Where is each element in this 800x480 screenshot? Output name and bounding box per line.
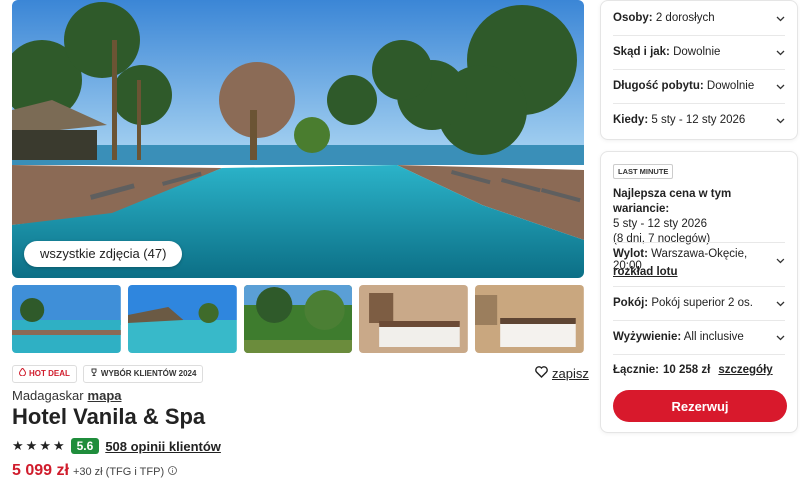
chevron-down-icon bbox=[776, 84, 785, 89]
search-panel: Osoby: 2 dorosłych Skąd i jak: Dowolnie … bbox=[600, 0, 798, 140]
total-key: Łącznie: bbox=[613, 364, 660, 376]
price: 5 099 zł bbox=[12, 462, 69, 479]
chevron-down-icon bbox=[776, 335, 785, 340]
last-minute-tag: LAST MINUTE bbox=[613, 164, 674, 179]
board-value: All inclusive bbox=[683, 331, 744, 343]
rating-row: ★ ★ ★ ★ 5.6 508 opinii klientów bbox=[12, 438, 221, 454]
total-row: Łącznie: 10 258 zł szczegóły bbox=[613, 364, 785, 376]
total-value: 10 258 zł bbox=[663, 364, 711, 376]
divider bbox=[613, 286, 785, 287]
save-button[interactable]: zapisz bbox=[535, 366, 589, 381]
flight-schedule-link[interactable]: rozkład lotu bbox=[613, 266, 785, 278]
chevron-down-icon bbox=[776, 16, 785, 21]
thumbnail-1[interactable] bbox=[12, 285, 121, 353]
date-value: 5 sty - 12 sty 2026 bbox=[651, 114, 746, 126]
heart-icon bbox=[535, 366, 548, 381]
info-icon[interactable] bbox=[168, 462, 178, 480]
offer-nights: (8 dni, 7 noclegów) bbox=[613, 233, 711, 245]
thumbnail-strip bbox=[12, 285, 584, 353]
duration-key: Długość pobytu: bbox=[613, 80, 704, 92]
date-key: Kiedy: bbox=[613, 114, 649, 126]
room-value: Pokój superior 2 os. bbox=[651, 297, 753, 309]
divider bbox=[613, 242, 785, 243]
main-photo[interactable] bbox=[12, 0, 584, 278]
star-rating: ★ ★ ★ ★ bbox=[12, 438, 65, 454]
board-key: Wyżywienie: bbox=[613, 331, 682, 343]
all-photos-button[interactable]: wszystkie zdjęcia (47) bbox=[24, 241, 183, 267]
hotel-name: Hotel Vanila & Spa bbox=[12, 404, 206, 429]
badges: HOT DEAL WYBÓR KLIENTÓW 2024 bbox=[12, 365, 204, 383]
thumbnail-2[interactable] bbox=[127, 285, 237, 353]
details-link[interactable]: szczegóły bbox=[718, 364, 772, 376]
trophy-icon bbox=[90, 366, 98, 382]
chevron-down-icon bbox=[776, 50, 785, 55]
hot-deal-badge: HOT DEAL bbox=[12, 365, 77, 383]
flight-key: Wylot: bbox=[613, 248, 648, 260]
divider bbox=[613, 320, 785, 321]
persons-select[interactable]: Osoby: 2 dorosłych bbox=[613, 1, 785, 36]
award-label: WYBÓR KLIENTÓW 2024 bbox=[100, 369, 197, 378]
location: Madagaskar mapa bbox=[12, 388, 122, 403]
persons-value: 2 dorosłych bbox=[655, 12, 715, 24]
award-badge: WYBÓR KLIENTÓW 2024 bbox=[82, 365, 204, 383]
star-icon: ★ bbox=[39, 438, 51, 453]
star-icon: ★ bbox=[52, 438, 65, 453]
hot-deal-label: HOT DEAL bbox=[29, 369, 70, 378]
thumbnail-4[interactable] bbox=[359, 285, 469, 353]
departure-key: Skąd i jak: bbox=[613, 46, 670, 58]
flame-icon bbox=[18, 366, 27, 382]
price-extra: +30 zł (TFG i TFP) bbox=[72, 466, 165, 478]
country-label: Madagaskar bbox=[12, 388, 84, 403]
chevron-down-icon bbox=[776, 301, 785, 306]
duration-select[interactable]: Długość pobytu: Dowolnie bbox=[613, 69, 785, 104]
offer-panel: LAST MINUTE Najlepsza cena w tym warianc… bbox=[600, 151, 798, 433]
date-select[interactable]: Kiedy: 5 sty - 12 sty 2026 bbox=[613, 103, 785, 137]
room-key: Pokój: bbox=[613, 297, 649, 309]
reviews-link[interactable]: 508 opinii klientów bbox=[105, 439, 221, 454]
map-link[interactable]: mapa bbox=[88, 388, 122, 403]
offer-dates: 5 sty - 12 sty 2026 bbox=[613, 218, 707, 230]
thumbnail-3[interactable] bbox=[243, 285, 353, 353]
departure-select[interactable]: Skąd i jak: Dowolnie bbox=[613, 35, 785, 70]
persons-key: Osoby: bbox=[613, 12, 653, 24]
duration-value: Dowolnie bbox=[706, 80, 755, 92]
star-icon: ★ bbox=[25, 438, 38, 453]
star-icon: ★ bbox=[12, 438, 24, 453]
thumbnail-5[interactable] bbox=[475, 285, 584, 353]
departure-value: Dowolnie bbox=[673, 46, 721, 58]
reserve-button[interactable]: Rezerwuj bbox=[613, 390, 787, 422]
chevron-down-icon bbox=[776, 258, 785, 263]
save-label: zapisz bbox=[552, 366, 589, 381]
board-select[interactable]: Wyżywienie: All inclusive bbox=[613, 331, 785, 343]
divider bbox=[613, 354, 785, 355]
best-price-block: Najlepsza cena w tym wariancie: 5 sty - … bbox=[613, 187, 788, 247]
room-select[interactable]: Pokój: Pokój superior 2 os. bbox=[613, 297, 785, 309]
price-row: 5 099 zł +30 zł (TFG i TFP) bbox=[12, 462, 178, 480]
best-price-title: Najlepsza cena w tym wariancie: bbox=[613, 188, 732, 215]
chevron-down-icon bbox=[776, 118, 785, 123]
score-badge: 5.6 bbox=[70, 438, 100, 454]
